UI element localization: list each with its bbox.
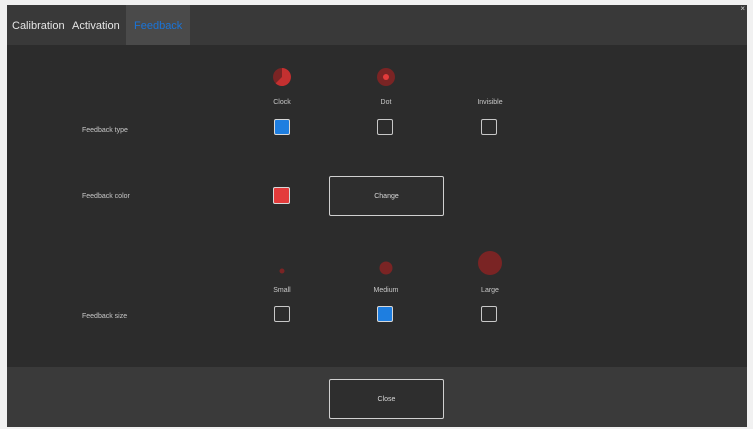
dialog-footer: Close bbox=[7, 367, 747, 427]
feedback-settings-window: Calibration Activation Feedback × Clock … bbox=[7, 5, 747, 427]
settings-panel: Clock Dot Invisible Feedback type Feedba… bbox=[7, 45, 747, 367]
feedback-type-invisible-checkbox[interactable] bbox=[481, 119, 497, 135]
option-label-medium: Medium bbox=[373, 287, 399, 294]
large-dot-icon bbox=[478, 251, 502, 275]
feedback-size-medium-checkbox[interactable] bbox=[377, 306, 393, 322]
feedback-color-swatch[interactable] bbox=[273, 187, 290, 204]
close-button[interactable]: Close bbox=[329, 379, 444, 419]
option-label-small: Small bbox=[273, 287, 291, 294]
dot-icon bbox=[377, 68, 395, 86]
tab-calibration[interactable]: Calibration bbox=[12, 5, 65, 45]
change-color-button[interactable]: Change bbox=[329, 176, 444, 216]
option-label-dot: Dot bbox=[380, 99, 392, 106]
feedback-color-label: Feedback color bbox=[82, 193, 130, 200]
feedback-size-small-checkbox[interactable] bbox=[274, 306, 290, 322]
option-label-clock: Clock bbox=[273, 99, 291, 106]
feedback-type-label: Feedback type bbox=[82, 127, 128, 134]
small-dot-icon bbox=[279, 268, 285, 274]
option-label-large: Large bbox=[481, 287, 499, 294]
feedback-size-label: Feedback size bbox=[82, 313, 128, 320]
medium-dot-icon bbox=[379, 261, 393, 275]
clock-icon bbox=[273, 68, 291, 86]
feedback-size-large-checkbox[interactable] bbox=[481, 306, 497, 322]
tab-activation[interactable]: Activation bbox=[72, 5, 120, 45]
feedback-type-dot-checkbox[interactable] bbox=[377, 119, 393, 135]
tab-bar: Calibration Activation Feedback × bbox=[7, 5, 747, 45]
option-label-invisible: Invisible bbox=[477, 99, 503, 106]
tab-feedback[interactable]: Feedback bbox=[126, 5, 191, 45]
feedback-type-clock-checkbox[interactable] bbox=[274, 119, 290, 135]
window-close-icon[interactable]: × bbox=[740, 5, 745, 13]
